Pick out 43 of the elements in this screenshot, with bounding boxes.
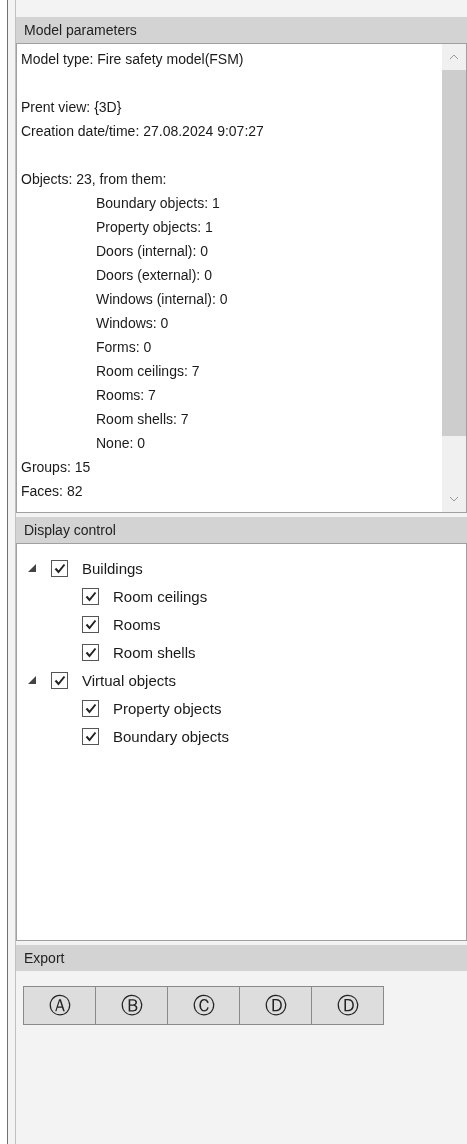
checkbox[interactable] — [82, 727, 99, 745]
tree-item[interactable]: Boundary objects — [113, 727, 229, 745]
checkbox[interactable] — [82, 699, 99, 717]
checkbox[interactable] — [82, 643, 99, 661]
checkbox[interactable] — [51, 671, 68, 689]
checkbox[interactable] — [82, 615, 99, 633]
tree-item[interactable]: Buildings — [82, 559, 143, 577]
export-button[interactable]: Ⓑ — [95, 986, 168, 1025]
info-line: None: 0 — [96, 435, 146, 451]
info-line: Faces: 82 — [21, 483, 83, 499]
info-line: Windows: 0 — [96, 315, 169, 331]
info-line: Objects: 23, from them: — [21, 171, 167, 187]
info-line: Doors (external): 0 — [96, 267, 212, 283]
export-button[interactable]: Ⓒ — [167, 986, 240, 1025]
info-line: Creation date/time: 27.08.2024 9:07:27 — [21, 123, 264, 139]
info-line: Doors (internal): 0 — [96, 243, 209, 259]
section-header: Export — [16, 945, 467, 971]
info-line: Groups: 15 — [21, 459, 91, 475]
export-button[interactable]: Ⓓ — [239, 986, 312, 1025]
export-button[interactable]: Ⓓ — [311, 986, 384, 1025]
expanded-triangle-icon[interactable] — [27, 675, 37, 685]
expanded-triangle-icon[interactable] — [27, 563, 37, 573]
info-line: Forms: 0 — [96, 339, 152, 355]
info-line: Room shells: 7 — [96, 411, 189, 427]
export-button[interactable]: Ⓐ — [23, 986, 96, 1025]
scrollbar[interactable] — [442, 44, 466, 512]
tree-item[interactable]: Virtual objects — [82, 671, 176, 689]
info-line: Property objects: 1 — [96, 219, 213, 235]
info-line: Boundary objects: 1 — [96, 195, 220, 211]
tree-item[interactable]: Room shells — [113, 643, 196, 661]
info-line: Rooms: 7 — [96, 387, 156, 403]
scroll-thumb[interactable] — [442, 70, 466, 436]
info-line: Room ceilings: 7 — [96, 363, 200, 379]
info-line: Windows (internal): 0 — [96, 291, 228, 307]
checkbox[interactable] — [82, 587, 99, 605]
info-line: Prent view: {3D} — [21, 99, 122, 115]
info-line: Model type: Fire safety model(FSM) — [21, 51, 244, 67]
tree-item[interactable]: Property objects — [113, 699, 222, 717]
section-header: Model parameters — [16, 17, 467, 43]
section-header: Display control — [16, 517, 467, 543]
tree-item[interactable]: Room ceilings — [113, 587, 208, 605]
checkbox[interactable] — [51, 559, 68, 577]
tree-item[interactable]: Rooms — [113, 615, 161, 633]
